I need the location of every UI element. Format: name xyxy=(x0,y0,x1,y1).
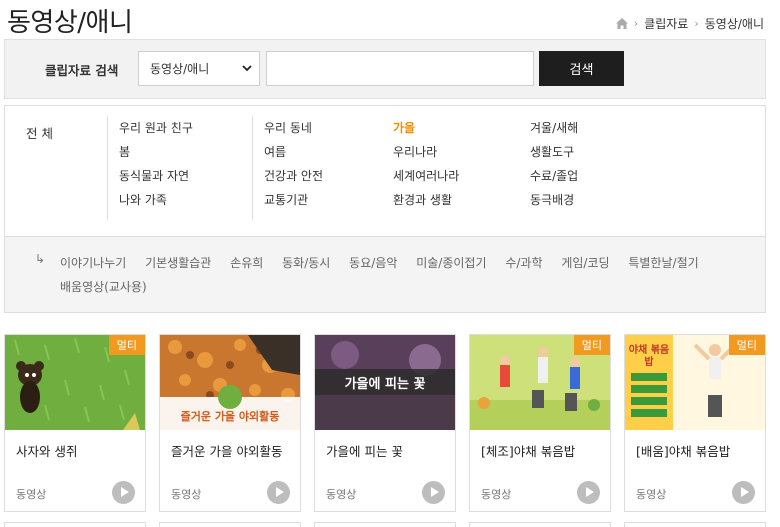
play-icon[interactable] xyxy=(422,481,445,504)
subcategory-item[interactable]: 이야기나누기 xyxy=(60,251,126,275)
category-item[interactable]: 겨울/새해 xyxy=(530,116,660,140)
category-column-1: 우리 원과 친구 봄 동식물과 자연 나와 가족 xyxy=(107,116,252,220)
search-label: 클립자료 검색 xyxy=(45,63,119,78)
card-title[interactable]: 가을에 피는 꽃 xyxy=(326,441,403,460)
thumbnail-caption: 야채 볶음밥 xyxy=(628,345,670,368)
card-title[interactable]: [배움]야채 볶음밥 xyxy=(636,441,730,460)
chevron-right-icon: › xyxy=(694,17,699,30)
category-column-2: 우리 동네 여름 건강과 안전 교통기관 xyxy=(252,116,382,220)
card-type: 동영상 xyxy=(481,488,512,501)
card-type: 동영상 xyxy=(16,488,47,501)
search-bar: 클립자료 검색 동영상/애니 검색 xyxy=(4,39,766,99)
breadcrumb-item-clip[interactable]: 클립자료 xyxy=(644,15,688,32)
category-item[interactable]: 동식물과 자연 xyxy=(119,164,252,188)
subcategory-item[interactable]: 손유희 xyxy=(230,251,263,275)
video-thumbnail[interactable]: 멀티 xyxy=(5,335,145,430)
category-column-3: 가을 우리나라 세계여러나라 환경과 생활 xyxy=(393,116,523,220)
category-item[interactable]: 건강과 안전 xyxy=(264,164,382,188)
category-item[interactable]: 교통기관 xyxy=(264,188,382,212)
sub-arrow-icon: ↳ xyxy=(35,252,46,266)
multi-badge: 멀티 xyxy=(108,335,145,355)
breadcrumb: › 클립자료 › 동영상/애니 xyxy=(615,15,764,32)
video-thumbnail[interactable]: 야채 볶음밥 멀티 xyxy=(625,335,765,430)
video-card-next[interactable] xyxy=(4,522,146,527)
subcategory-item[interactable]: 배움영상(교사용) xyxy=(60,275,147,299)
search-select-value: 동영상/애니 xyxy=(150,62,210,76)
video-card-next[interactable] xyxy=(624,522,766,527)
card-type: 동영상 xyxy=(326,488,357,501)
search-category-select[interactable]: 동영상/애니 xyxy=(138,51,260,86)
category-item[interactable]: 환경과 생활 xyxy=(393,188,523,212)
video-card[interactable]: 가을에 피는 꽃 가을에 피는 꽃 동영상 xyxy=(314,334,456,512)
category-item[interactable]: 우리 동네 xyxy=(264,116,382,140)
video-card[interactable]: 즐거운 가을 야외활동 즐거운 가을 야외활동 동영상 xyxy=(159,334,301,512)
card-type: 동영상 xyxy=(636,488,667,501)
video-card-next[interactable] xyxy=(159,522,301,527)
subcategory-item[interactable]: 미술/종이접기 xyxy=(416,251,486,275)
video-card[interactable]: 멀티 사자와 생쥐 동영상 xyxy=(4,334,146,512)
card-title[interactable]: [체조]야채 볶음밥 xyxy=(481,441,575,460)
video-card[interactable]: 야채 볶음밥 멀티 [배움]야채 볶음밥 동영상 xyxy=(624,334,766,512)
card-type: 동영상 xyxy=(171,488,202,501)
subcategory-item[interactable]: 수/과학 xyxy=(505,251,542,275)
card-title[interactable]: 사자와 생쥐 xyxy=(16,441,77,460)
video-card-next[interactable] xyxy=(314,522,456,527)
subcategory-item[interactable]: 동요/음악 xyxy=(349,251,397,275)
home-icon[interactable] xyxy=(615,18,628,29)
multi-badge: 멀티 xyxy=(728,335,765,355)
category-column-4: 겨울/새해 생활도구 수료/졸업 동극배경 xyxy=(530,116,660,220)
category-item[interactable]: 봄 xyxy=(119,140,252,164)
category-item[interactable]: 여름 xyxy=(264,140,382,164)
chevron-down-icon xyxy=(242,65,252,72)
play-icon[interactable] xyxy=(112,481,135,504)
category-all[interactable]: 전 체 xyxy=(26,123,53,142)
search-input[interactable] xyxy=(266,51,534,86)
video-thumbnail[interactable]: 가을에 피는 꽃 xyxy=(315,335,455,430)
category-item[interactable]: 수료/졸업 xyxy=(530,164,660,188)
chevron-right-icon: › xyxy=(633,17,639,30)
category-item[interactable]: 나와 가족 xyxy=(119,188,252,212)
video-thumbnail[interactable]: 멀티 xyxy=(470,335,610,430)
play-icon[interactable] xyxy=(732,481,755,504)
category-item[interactable]: 우리 원과 친구 xyxy=(119,116,252,140)
category-item[interactable]: 세계여러나라 xyxy=(393,164,523,188)
thumbnail-caption: 즐거운 가을 야외활동 xyxy=(180,410,280,423)
category-item[interactable]: 동극배경 xyxy=(530,188,660,212)
thumbnail-caption: 가을에 피는 꽃 xyxy=(344,377,426,392)
category-item[interactable]: 우리나라 xyxy=(393,140,523,164)
play-icon[interactable] xyxy=(267,481,290,504)
subcategory-list: 이야기나누기 기본생활습관 손유희 동화/동시 동요/음악 미술/종이접기 수/… xyxy=(60,251,720,299)
subcategory-item[interactable]: 게임/코딩 xyxy=(561,251,609,275)
page-title: 동영상/애니 xyxy=(7,8,133,38)
subcategory-item[interactable]: 동화/동시 xyxy=(282,251,330,275)
video-card[interactable]: 멀티 [체조]야채 볶음밥 동영상 xyxy=(469,334,611,512)
subcategory-item[interactable]: 특별한날/절기 xyxy=(628,251,698,275)
video-thumbnail[interactable]: 즐거운 가을 야외활동 xyxy=(160,335,300,430)
search-button[interactable]: 검색 xyxy=(539,51,624,86)
video-card-next[interactable] xyxy=(469,522,611,527)
play-icon[interactable] xyxy=(577,481,600,504)
card-title[interactable]: 즐거운 가을 야외활동 xyxy=(171,441,282,460)
category-item[interactable]: 생활도구 xyxy=(530,140,660,164)
breadcrumb-item-current[interactable]: 동영상/애니 xyxy=(705,15,764,32)
page: 동영상/애니 › 클립자료 › 동영상/애니 클립자료 검색 동영상/애니 검색… xyxy=(0,0,780,527)
multi-badge: 멀티 xyxy=(573,335,610,355)
category-box: 전 체 우리 원과 친구 봄 동식물과 자연 나와 가족 우리 동네 여름 건강… xyxy=(4,105,766,313)
subcategory-bar: ↳ 이야기나누기 기본생활습관 손유희 동화/동시 동요/음악 미술/종이접기 … xyxy=(5,236,765,312)
category-item-active[interactable]: 가을 xyxy=(393,116,523,140)
subcategory-item[interactable]: 기본생활습관 xyxy=(145,251,211,275)
